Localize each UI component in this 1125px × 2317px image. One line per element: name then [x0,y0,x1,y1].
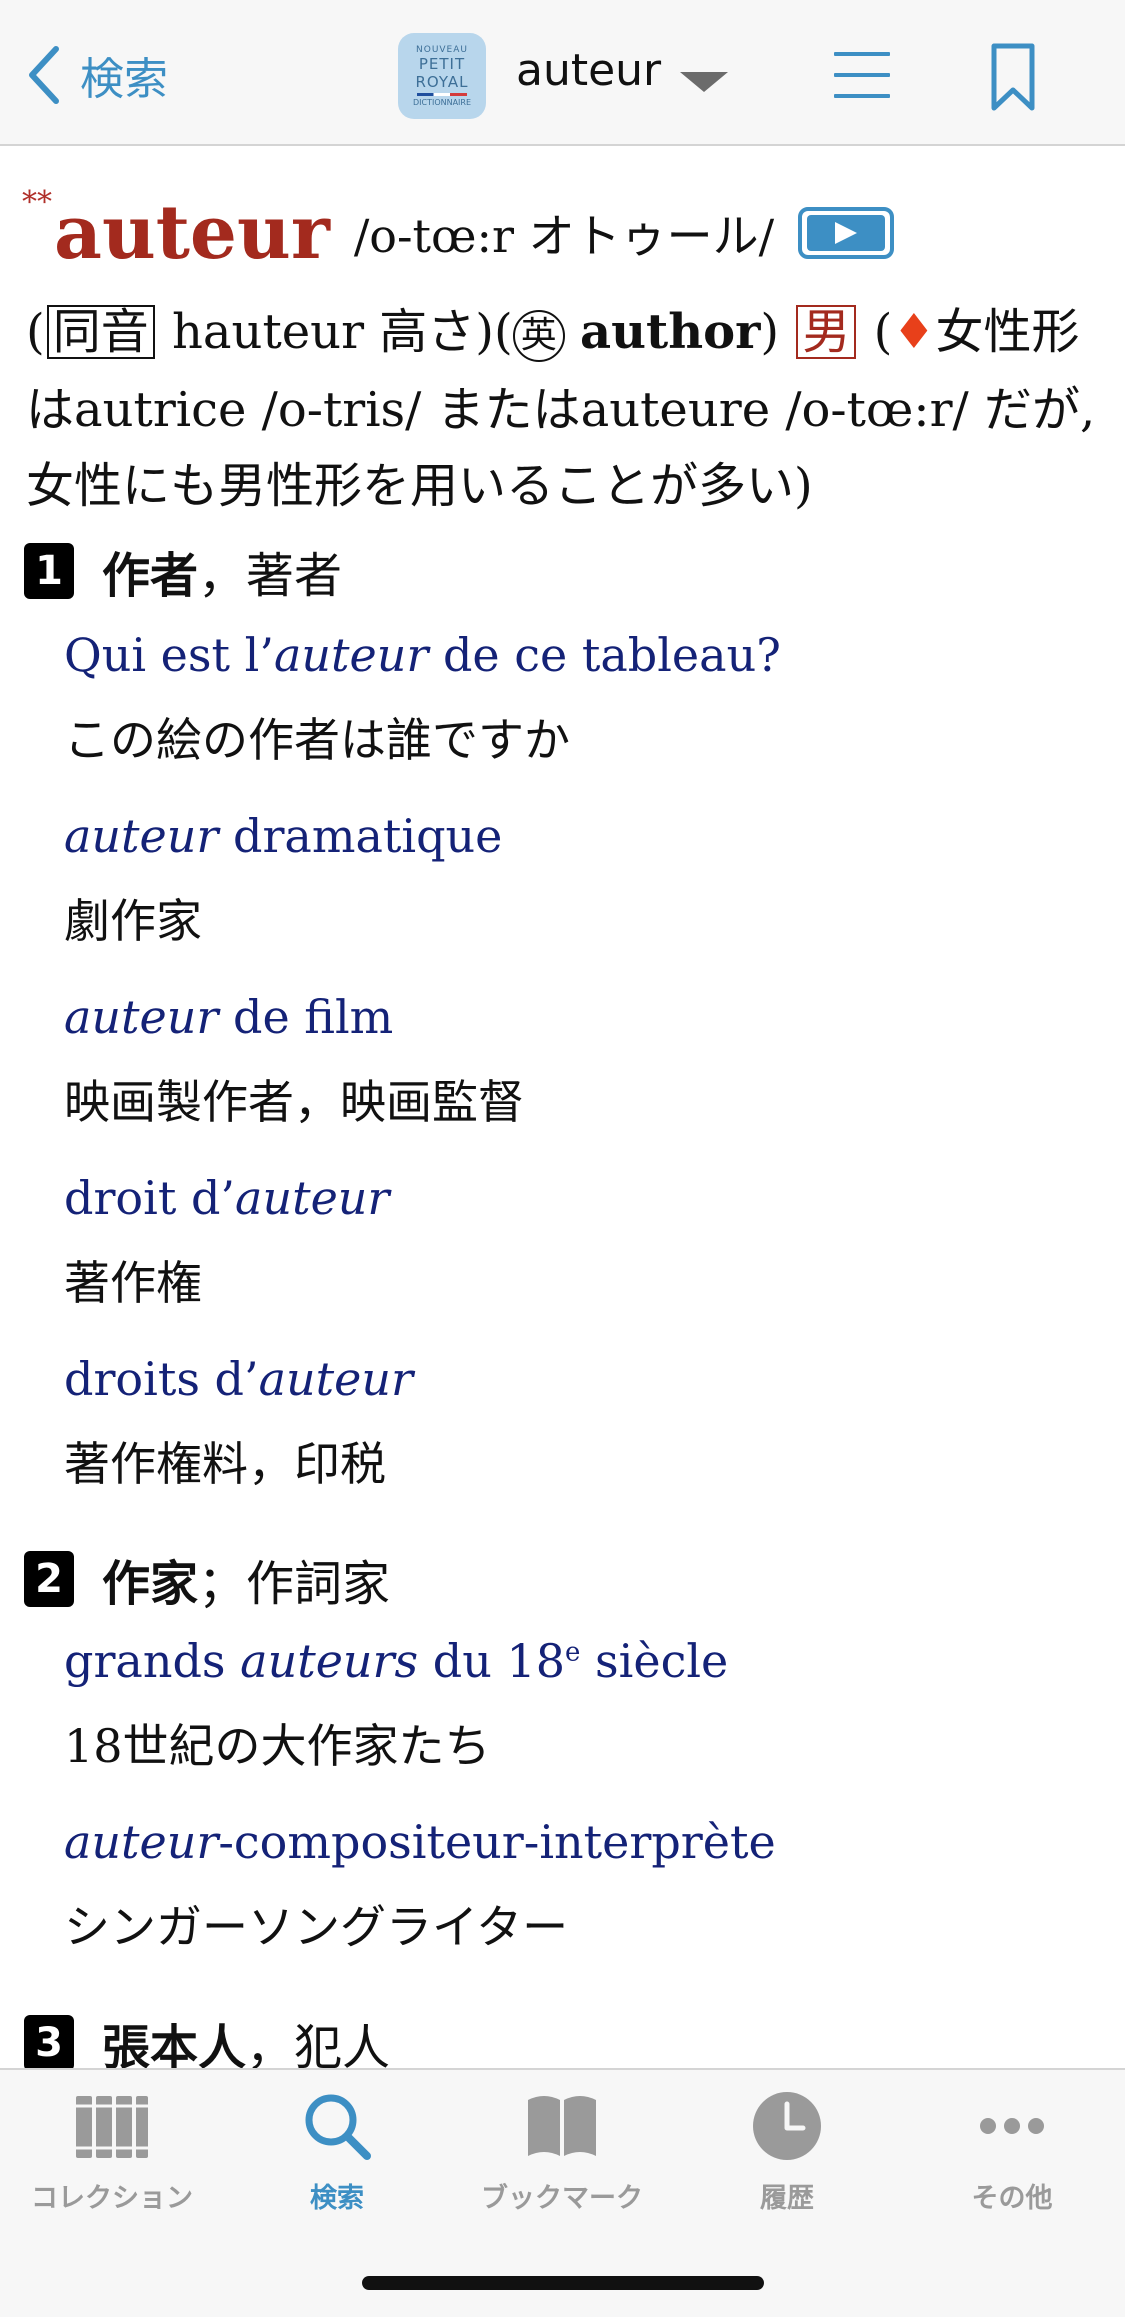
sense-label: 作家；作詞家 [102,1556,391,1612]
example-sentence: droits d’auteur [64,1352,413,1406]
open-book-icon [528,2096,596,2156]
more-icon [980,2118,1044,2134]
tab-label: 検索 [310,2183,364,2214]
logo-flag-stripe [417,93,467,96]
gender-tag: 男 [796,305,857,359]
example-translation: 18世紀の大作家たち [64,1719,491,1773]
example-translation: 劇作家 [64,894,202,948]
logo-text-3: ROYAL [415,73,469,91]
chevron-down-icon[interactable] [680,72,728,92]
search-icon [305,2094,371,2160]
sense-number: 1 [24,543,74,599]
example-translation: 著作権 [64,1256,202,1310]
play-audio-button[interactable] [798,207,895,259]
homophone-word: hauteur 高さ [172,304,476,360]
example-sentence: auteur de film [64,990,394,1044]
example-sentence: Qui est l’auteur de ce tableau? [64,628,781,682]
menu-icon[interactable] [834,52,890,100]
header-title[interactable]: auteur [516,45,661,96]
chevron-left-icon [29,46,59,104]
entry-heading: ** auteur /o-tœ:r オトゥール/ [22,178,895,288]
tab-more[interactable]: その他 [912,2090,1112,2230]
english-tag: 英 [512,309,565,362]
logo-text-2: PETIT [418,55,466,73]
tab-label: ブックマーク [481,2183,643,2214]
books-icon [76,2096,148,2158]
logo-text-4: DICTIONNAIRE [412,98,472,107]
headword: auteur [54,190,330,276]
note-text: 女性形 [935,304,1080,360]
bookmark-icon[interactable] [990,42,1036,112]
sense-2-heading: 2 作家；作詞家 [24,1544,390,1614]
sense-number: 2 [24,1551,74,1607]
dictionary-logo[interactable]: NOUVEAU PETIT ROYAL DICTIONNAIRE [398,33,486,119]
note-paren: ( [26,304,45,360]
sense-label: 張本人，犯人 [102,2020,391,2068]
back-button-label: 検索 [80,54,168,105]
tab-label: コレクション [31,2183,193,2214]
tab-bookmark[interactable]: ブックマーク [462,2090,662,2230]
sense-3-heading: 3 張本人，犯人 [24,2008,390,2068]
example-translation: 著作権料，印税 [64,1437,386,1491]
example-translation: この絵の作者は誰ですか [64,713,570,767]
example-sentence: droit d’auteur [64,1171,390,1225]
homophone-tag: 同音 [46,305,155,359]
example-sentence: grands auteurs du 18e siècle [64,1634,729,1688]
back-button[interactable]: 検索 [24,40,168,110]
sense-label: 作者，著者 [102,548,343,604]
logo-text-1: NOUVEAU [416,45,468,55]
tab-collection[interactable]: コレクション [12,2090,212,2230]
english-word: author [580,304,761,360]
note-line-3: 女性にも男性形を用いることが多い) [26,458,813,514]
example-translation: 映画製作者，映画監督 [64,1075,524,1129]
dictionary-entry[interactable]: ** auteur /o-tœ:r オトゥール/ (同音 hauteur 高さ)… [0,148,1125,2068]
play-icon [807,215,886,251]
home-indicator[interactable] [362,2276,764,2290]
example-translation: シンガーソングライター [64,1900,569,1954]
tab-history[interactable]: 履歴 [687,2090,887,2230]
frequency-stars: ** [22,185,52,220]
sense-number: 3 [24,2015,74,2068]
clock-icon [753,2092,821,2160]
example-sentence: auteur-compositeur-interprète [64,1815,776,1869]
example-sentence: auteur dramatique [64,809,503,863]
navigation-bar: 検索 NOUVEAU PETIT ROYAL DICTIONNAIRE aute… [0,0,1125,146]
note-paren: ( [494,304,513,360]
note-paren: ( [873,304,893,360]
tab-search[interactable]: 検索 [237,2090,437,2230]
diamond-icon: ♦ [892,304,936,360]
tab-label: その他 [971,2183,1053,2214]
note-paren: ) [760,304,780,360]
note-line-1: (同音 hauteur 高さ)(英 author) 男 (♦女性形 [26,292,1079,362]
note-paren: ) [475,304,495,360]
pronunciation: /o-tœ:r オトゥール/ [353,209,775,263]
tab-label: 履歴 [760,2183,814,2214]
note-line-2: はautrice /o-tris/ またはauteure /o-tœ:r/ だが… [26,382,1096,438]
sense-1-heading: 1 作者，著者 [24,536,342,606]
